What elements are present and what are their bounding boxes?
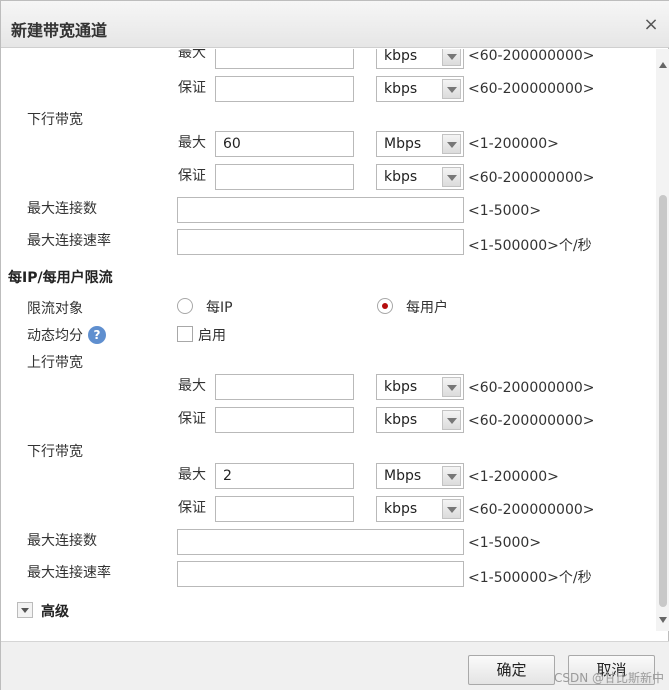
per-user-radio-label[interactable]: 每用户 <box>406 297 448 317</box>
scrollbar-thumb[interactable] <box>659 195 667 607</box>
dynamic-average-label: 动态均分 <box>27 328 83 344</box>
down-guarantee-hint: <60-200000000> <box>468 170 595 186</box>
per-down-max-label: 最大 <box>178 467 206 483</box>
per-max-conn-rate-hint: <1-500000>个/秒 <box>468 570 592 586</box>
down-max-unit-select[interactable]: Mbps <box>376 131 464 157</box>
top-guarantee-hint: <60-200000000> <box>468 81 595 97</box>
chevron-down-icon[interactable] <box>442 466 461 486</box>
down-max-unit-value: Mbps <box>384 136 422 152</box>
per-down-max-input[interactable]: 2 <box>215 463 354 489</box>
per-down-guarantee-input[interactable] <box>215 496 354 522</box>
per-down-max-hint: <1-200000> <box>468 469 559 485</box>
chevron-down-icon[interactable] <box>442 167 461 187</box>
per-up-guarantee-label: 保证 <box>178 411 206 427</box>
per-max-connections-label: 最大连接数 <box>27 533 97 549</box>
per-up-max-unit-value: kbps <box>384 379 418 395</box>
down-guarantee-unit-value: kbps <box>384 169 418 185</box>
close-icon[interactable]: × <box>642 16 660 34</box>
per-up-guarantee-unit-value: kbps <box>384 412 418 428</box>
max-conn-rate-input[interactable] <box>177 229 464 255</box>
per-ip-user-section-title: 每IP/每用户限流 <box>8 270 113 286</box>
max-connections-hint: <1-5000> <box>468 203 542 219</box>
per-up-max-label: 最大 <box>178 378 206 394</box>
enable-checkbox[interactable] <box>177 326 193 342</box>
help-icon[interactable]: ? <box>88 326 106 344</box>
uplink-label: 上行带宽 <box>27 355 83 371</box>
per-down-max-unit-select[interactable]: Mbps <box>376 463 464 489</box>
down-guarantee-label: 保证 <box>178 168 206 184</box>
max-connections-input[interactable] <box>177 197 464 223</box>
down-guarantee-unit-select[interactable]: kbps <box>376 164 464 190</box>
down-max-hint: <1-200000> <box>468 136 559 152</box>
top-guarantee-input[interactable] <box>215 76 354 102</box>
down-max-label: 最大 <box>178 135 206 151</box>
chevron-down-icon[interactable] <box>442 49 461 66</box>
per-down-guarantee-label: 保证 <box>178 500 206 516</box>
per-down-guarantee-hint: <60-200000000> <box>468 502 595 518</box>
dialog-title: 新建带宽通道 <box>11 21 108 40</box>
per-down-guarantee-unit-value: kbps <box>384 501 418 517</box>
scroll-down-icon[interactable] <box>659 617 667 623</box>
down-guarantee-input[interactable] <box>215 164 354 190</box>
watermark: CSDN @甘比斯新中 <box>554 671 665 685</box>
top-max-input[interactable] <box>215 49 354 69</box>
per-up-max-unit-select[interactable]: kbps <box>376 374 464 400</box>
top-max-label: 最大 <box>178 49 206 61</box>
per-user-radio[interactable] <box>377 298 393 314</box>
dialog-titlebar: 新建带宽通道 × <box>1 1 669 48</box>
per-up-guarantee-unit-select[interactable]: kbps <box>376 407 464 433</box>
chevron-down-icon[interactable] <box>442 79 461 99</box>
chevron-down-icon[interactable] <box>442 377 461 397</box>
per-down-max-unit-value: Mbps <box>384 468 422 484</box>
per-max-conn-rate-input[interactable] <box>177 561 464 587</box>
advanced-expand-icon[interactable] <box>17 602 33 618</box>
enable-checkbox-label[interactable]: 启用 <box>198 325 226 345</box>
per-up-max-input[interactable] <box>215 374 354 400</box>
top-guarantee-unit-select[interactable]: kbps <box>376 76 464 102</box>
per-downlink-label: 下行带宽 <box>27 444 83 460</box>
ok-button[interactable]: 确定 <box>468 655 555 685</box>
per-up-guarantee-hint: <60-200000000> <box>468 413 595 429</box>
per-up-guarantee-input[interactable] <box>215 407 354 433</box>
max-conn-rate-label: 最大连接速率 <box>27 233 111 249</box>
chevron-down-icon[interactable] <box>442 134 461 154</box>
limit-target-label: 限流对象 <box>27 301 83 317</box>
vertical-scrollbar[interactable] <box>656 49 669 631</box>
downlink-label: 下行带宽 <box>27 112 83 128</box>
chevron-down-icon[interactable] <box>442 499 461 519</box>
advanced-label[interactable]: 高级 <box>41 601 69 621</box>
top-guarantee-unit-value: kbps <box>384 81 418 97</box>
per-ip-radio-label[interactable]: 每IP <box>206 297 233 317</box>
top-max-hint: <60-200000000> <box>468 49 595 64</box>
max-conn-rate-hint: <1-500000>个/秒 <box>468 238 592 254</box>
scroll-up-icon[interactable] <box>659 62 667 68</box>
per-max-connections-input[interactable] <box>177 529 464 555</box>
chevron-down-icon[interactable] <box>442 410 461 430</box>
new-bandwidth-channel-dialog: 新建带宽通道 × 最大 kbps <60-200000000> 保证 kbps … <box>0 0 669 690</box>
top-max-unit-value: kbps <box>384 49 418 64</box>
top-max-unit-select[interactable]: kbps <box>376 49 464 69</box>
down-max-input[interactable]: 60 <box>215 131 354 157</box>
top-guarantee-label: 保证 <box>178 80 206 96</box>
dialog-content: 最大 kbps <60-200000000> 保证 kbps <60-20000… <box>1 49 656 631</box>
per-max-conn-rate-label: 最大连接速率 <box>27 565 111 581</box>
per-max-connections-hint: <1-5000> <box>468 535 542 551</box>
per-down-guarantee-unit-select[interactable]: kbps <box>376 496 464 522</box>
per-up-max-hint: <60-200000000> <box>468 380 595 396</box>
max-connections-label: 最大连接数 <box>27 201 97 217</box>
per-ip-radio[interactable] <box>177 298 193 314</box>
